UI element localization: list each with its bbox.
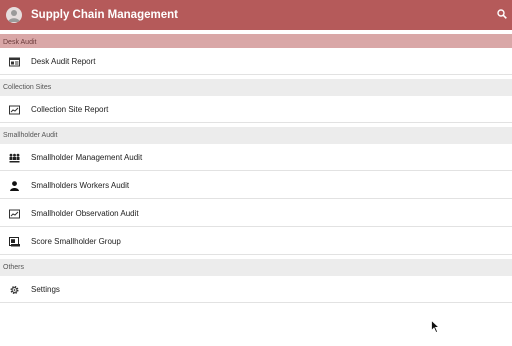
menu-item-smallholder-observation-audit[interactable]: Smallholder Observation Audit [0, 200, 512, 227]
section-header-others: Others [0, 259, 512, 277]
menu-item-smallholder-management-audit[interactable]: Smallholder Management Audit [0, 144, 512, 171]
gear-icon [10, 286, 19, 294]
chart-icon [9, 105, 20, 115]
menu-item-label: Smallholders Workers Audit [31, 181, 130, 190]
menu-item-collection-site-report[interactable]: Collection Site Report [0, 96, 512, 123]
group-icon [9, 153, 20, 163]
user-avatar-icon[interactable] [6, 7, 22, 23]
menu-item-smallholders-workers-audit[interactable]: Smallholders Workers Audit [0, 172, 512, 199]
search-icon[interactable] [497, 9, 507, 19]
menu-item-label: Smallholder Management Audit [31, 153, 143, 162]
app-bar: Supply Chain Management [0, 0, 512, 30]
app-title: Supply Chain Management [31, 9, 178, 21]
section-header-smallholder-audit: Smallholder Audit [0, 127, 512, 145]
menu-item-label: Desk Audit Report [31, 57, 96, 66]
menu-item-score-smallholder-group[interactable]: Score Smallholder Group [0, 228, 512, 255]
chart-icon [9, 209, 20, 219]
mouse-cursor-icon [431, 320, 440, 333]
menu-item-desk-audit-report[interactable]: Desk Audit Report [0, 48, 512, 75]
menu-item-label: Score Smallholder Group [31, 237, 121, 246]
menu-item-settings[interactable]: Settings [0, 276, 512, 303]
score-icon [9, 237, 20, 247]
report-icon [9, 57, 20, 67]
menu-item-label: Collection Site Report [31, 105, 109, 114]
person-icon [10, 181, 19, 191]
section-header-collection-sites: Collection Sites [0, 79, 512, 97]
menu-item-label: Settings [31, 285, 60, 294]
menu-item-label: Smallholder Observation Audit [31, 209, 139, 218]
